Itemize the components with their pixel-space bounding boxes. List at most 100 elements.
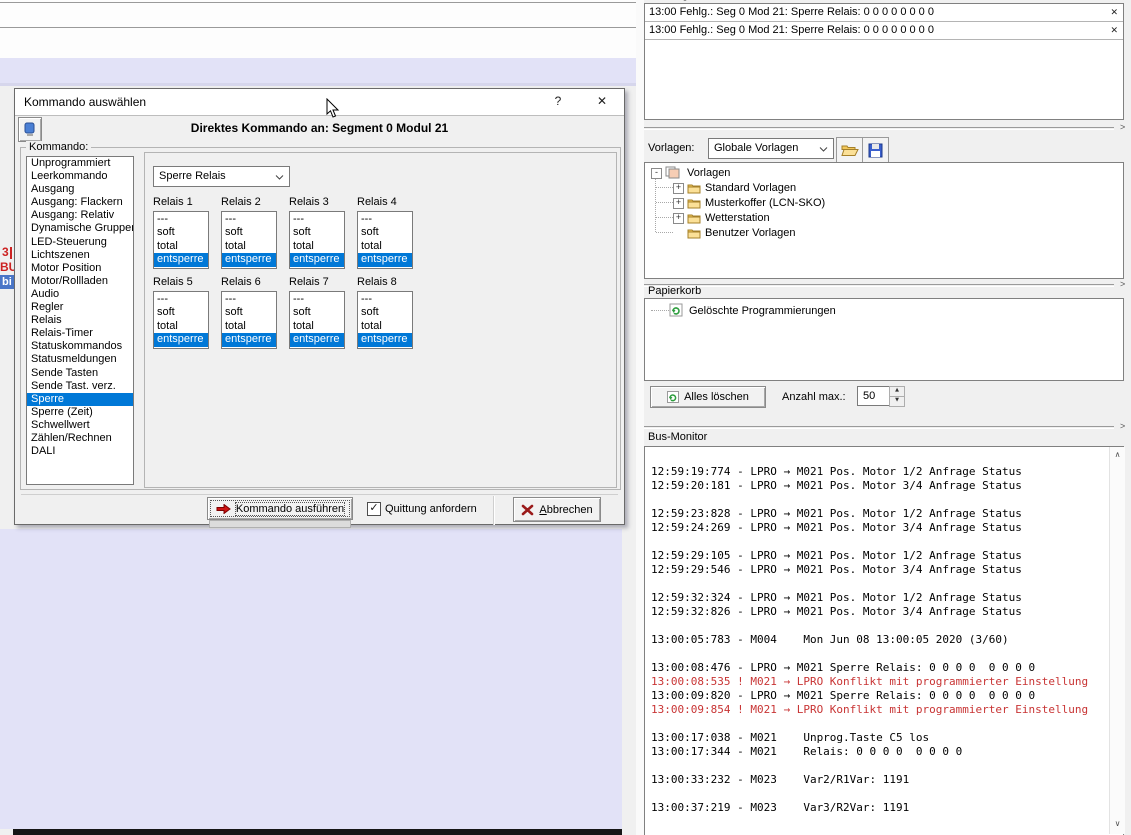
scroll-up-icon[interactable]: ∧ [1110,447,1125,463]
tree-item-label[interactable]: Musterkoffer (LCN-SKO) [705,196,825,210]
command-item[interactable]: Lichtszenen [27,249,133,262]
command-item[interactable]: LED-Steuerung [27,236,133,249]
relais-listbox[interactable]: ---softtotalentsperre [153,291,209,349]
relais-option[interactable]: --- [358,293,412,306]
relais-option[interactable]: entsperre [154,253,208,266]
relais-option[interactable]: soft [154,306,208,319]
message-close-icon[interactable]: ✕ [1110,4,1118,21]
relais-option[interactable]: total [154,320,208,333]
command-item[interactable]: Dynamische Gruppen [27,222,133,235]
dialog-titlebar[interactable]: Kommando auswählen ? ✕ [15,89,624,116]
relais-listbox[interactable]: ---softtotalentsperre [289,211,345,269]
relais-option[interactable]: soft [154,226,208,239]
papierkorb-item-label[interactable]: Gelöschte Programmierungen [689,305,836,317]
splitter-collapse-icon[interactable]: > [1120,122,1125,132]
command-item[interactable]: Motor/Rollladen [27,275,133,288]
relais-option[interactable]: total [222,320,276,333]
subtype-select[interactable]: Sperre Relais [153,166,290,187]
message-row[interactable]: 13:00 Fehlg.: Seg 0 Mod 21: Sperre Relai… [645,22,1123,40]
relais-option[interactable]: soft [222,226,276,239]
messages-list[interactable]: 13:00 Fehlg.: Seg 0 Mod 21: Sperre Relai… [644,3,1124,120]
splitter-vorlagen[interactable]: > [644,281,1131,290]
ack-checkbox-label[interactable]: Quittung anfordern [385,503,477,515]
relais-option[interactable]: soft [222,306,276,319]
relais-option[interactable]: entsperre [358,253,412,266]
command-item[interactable]: Relais-Timer [27,327,133,340]
bus-monitor-scrollbar[interactable]: ∧ ∨ [1109,447,1125,834]
relais-option[interactable]: --- [290,213,344,226]
vorlagen-tree[interactable]: - Vorlagen + Standard Vorlagen + Musterkoff… [644,162,1124,279]
papierkorb-tree[interactable]: Gelöschte Programmierungen [644,298,1124,381]
relais-option[interactable]: entsperre [222,253,276,266]
save-template-button[interactable] [862,137,889,163]
command-item[interactable]: Motor Position [27,262,133,275]
command-item[interactable]: Statuskommandos [27,340,133,353]
splitter-collapse-icon[interactable]: > [1120,421,1125,431]
relais-option[interactable]: total [358,240,412,253]
relais-listbox[interactable]: ---softtotalentsperre [221,291,277,349]
command-item[interactable]: Regler [27,301,133,314]
command-item[interactable]: Ausgang: Flackern [27,196,133,209]
relais-option[interactable]: entsperre [290,253,344,266]
relais-listbox[interactable]: ---softtotalentsperre [357,211,413,269]
relais-option[interactable]: --- [290,293,344,306]
relais-listbox[interactable]: ---softtotalentsperre [153,211,209,269]
execute-command-button[interactable]: Kommando ausführen [207,497,353,520]
help-button[interactable]: ? [549,94,567,108]
command-item[interactable]: Ausgang: Relativ [27,209,133,222]
tree-item-label[interactable]: Wetterstation [705,211,770,225]
relais-option[interactable]: entsperre [222,333,276,346]
command-item[interactable]: Zählen/Rechnen [27,432,133,445]
command-item[interactable]: Ausgang [27,183,133,196]
command-item[interactable]: Sende Tasten [27,367,133,380]
relais-option[interactable]: --- [358,213,412,226]
relais-option[interactable]: soft [290,306,344,319]
tree-item-label[interactable]: Standard Vorlagen [705,181,796,195]
relais-option[interactable]: soft [358,226,412,239]
ack-checkbox[interactable]: ✓ [367,502,381,516]
command-item[interactable]: Relais [27,314,133,327]
relais-option[interactable]: total [290,240,344,253]
relais-option[interactable]: total [358,320,412,333]
expand-icon[interactable]: + [673,198,684,209]
relais-option[interactable]: --- [154,213,208,226]
expand-icon[interactable]: + [673,183,684,194]
command-item[interactable]: Sperre [27,393,133,406]
close-button[interactable]: ✕ [593,94,611,108]
cancel-button[interactable]: Abbrechen [513,497,601,522]
max-count-stepper[interactable]: ▲ ▼ [889,386,905,407]
splitter-messages[interactable]: > [644,124,1131,133]
relais-listbox[interactable]: ---softtotalentsperre [357,291,413,349]
relais-option[interactable]: total [154,240,208,253]
command-item[interactable]: Schwellwert [27,419,133,432]
command-item[interactable]: DALI [27,445,133,458]
relais-option[interactable]: entsperre [290,333,344,346]
relais-option[interactable]: --- [222,293,276,306]
command-item[interactable]: Sperre (Zeit) [27,406,133,419]
relais-listbox[interactable]: ---softtotalentsperre [289,291,345,349]
command-item[interactable]: Sende Tast. verz. [27,380,133,393]
message-row[interactable]: 13:00 Fehlg.: Seg 0 Mod 21: Sperre Relai… [645,4,1123,22]
expand-icon[interactable]: + [673,213,684,224]
relais-option[interactable]: soft [358,306,412,319]
bus-monitor-text[interactable]: 12:59:19:774 - LPRO → M021 Pos. Motor 1/… [651,452,1101,815]
relais-option[interactable]: --- [154,293,208,306]
relais-option[interactable]: entsperre [154,333,208,346]
command-item[interactable]: Audio [27,288,133,301]
relais-option[interactable]: entsperre [358,333,412,346]
vorlagen-select[interactable]: Globale Vorlagen [708,138,834,159]
tree-root-label[interactable]: Vorlagen [687,166,730,180]
relais-option[interactable]: total [222,240,276,253]
scroll-down-icon[interactable]: ∨ [1110,816,1125,832]
command-item[interactable]: Unprogrammiert [27,157,133,170]
delete-all-button[interactable]: Alles löschen [650,386,766,408]
splitter-papierkorb[interactable]: > [644,423,1131,432]
spin-down-icon[interactable]: ▼ [889,396,905,407]
collapse-icon[interactable]: - [651,168,662,179]
relais-listbox[interactable]: ---softtotalentsperre [221,211,277,269]
relais-option[interactable]: --- [222,213,276,226]
tree-item-label[interactable]: Benutzer Vorlagen [705,226,796,240]
pane-splitter-vertical[interactable] [636,0,644,835]
message-close-icon[interactable]: ✕ [1110,22,1118,39]
command-item[interactable]: Statusmeldungen [27,353,133,366]
